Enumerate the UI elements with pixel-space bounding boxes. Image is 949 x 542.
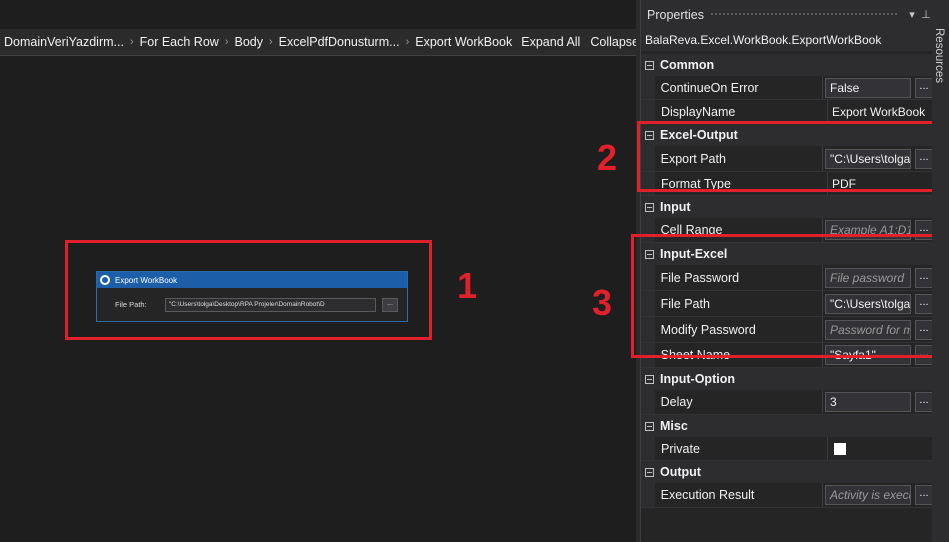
category-misc[interactable]: Misc [641,415,933,437]
property-name-displayname: DisplayName [655,100,828,123]
category-label: Misc [660,419,688,433]
row-gutter [641,76,655,99]
private-checkbox[interactable] [834,442,846,455]
category-label: Input-Option [660,372,735,386]
property-value-cell: Activity is execu... [823,483,933,507]
designer-top-strip [0,0,636,29]
property-value-displayname[interactable]: Export WorkBook [830,105,925,119]
property-row-private: Private [641,437,933,461]
collapse-toggle-icon[interactable] [645,202,654,212]
annotation-box-1 [65,240,432,340]
category-label: Input [660,200,691,214]
category-input[interactable]: Input [641,196,933,218]
property-name-delay: Delay [654,390,823,414]
annotation-box-2 [637,121,942,192]
chevron-right-icon: › [129,36,134,48]
property-row-execution-result: Execution Result Activity is execu... [641,483,933,508]
chevron-right-icon: › [405,36,410,48]
ellipsis-button[interactable]: ... [915,77,933,98]
property-input-delay[interactable]: 3 [825,392,911,412]
annotation-number-2: 2 [597,137,618,178]
property-value-cell: 3... [823,390,933,414]
property-value-cell: Export WorkBook [828,100,933,123]
breadcrumb-item-3[interactable]: Body [231,35,268,49]
collapse-toggle-icon[interactable] [645,421,654,431]
property-value-cell: False... [823,76,933,99]
property-name-execution-result: Execution Result [654,483,823,507]
property-row-delay: Delay 3... [641,390,933,415]
category-common[interactable]: Common [641,54,933,76]
collapse-toggle-icon[interactable] [645,374,654,384]
property-row-continueon-error: ContinueOn Error False... [641,76,933,100]
annotation-number-3: 3 [592,282,613,323]
row-gutter [641,390,655,414]
resources-side-tab[interactable]: Resources [932,0,949,542]
category-output[interactable]: Output [641,461,933,483]
breadcrumb-item-5[interactable]: Export WorkBook [411,35,516,49]
ellipsis-button[interactable]: ... [915,392,933,412]
chevron-right-icon: › [224,36,229,48]
properties-title: Properties [647,7,704,22]
collapse-toggle-icon[interactable] [645,60,654,70]
breadcrumb-item-1[interactable]: DomainVeriYazdirm... [0,35,128,49]
property-input-execution-result[interactable]: Activity is execu [825,485,911,505]
annotation-number-1: 1 [457,265,478,306]
breadcrumb-item-2[interactable]: For Each Row [136,35,223,49]
row-gutter [641,100,655,123]
pin-icon[interactable]: ⊥ [919,8,933,21]
collapse-all-button[interactable]: Collapse All [585,35,636,49]
property-name-private: Private [655,437,828,460]
category-label: Common [660,58,715,72]
annotation-box-3 [631,234,942,358]
chevron-down-icon[interactable]: ▾ [905,8,919,21]
properties-title-bar: Properties ▾ ⊥ [641,0,933,29]
row-gutter [641,437,655,460]
row-gutter [641,483,655,507]
resources-tab-label: Resources [933,28,945,83]
category-input-option[interactable]: Input-Option [641,368,933,390]
category-label: Output [660,465,701,479]
activity-type-name: BalaReva.Excel.WorkBook.ExportWorkBook [641,29,933,51]
expand-all-button[interactable]: Expand All [516,35,585,49]
property-name-continueon-error: ContinueOn Error [654,76,823,99]
chevron-right-icon: › [269,36,273,48]
breadcrumb: DomainVeriYazdirm... › For Each Row › Bo… [0,29,636,56]
property-value-cell [828,437,933,460]
collapse-toggle-icon[interactable] [645,467,654,477]
ellipsis-button[interactable]: ... [915,485,933,505]
breadcrumb-item-4[interactable]: ExcelPdfDonusturm... [275,35,404,49]
drag-grip[interactable] [709,12,899,17]
property-input-continueon-error[interactable]: False [825,77,911,98]
